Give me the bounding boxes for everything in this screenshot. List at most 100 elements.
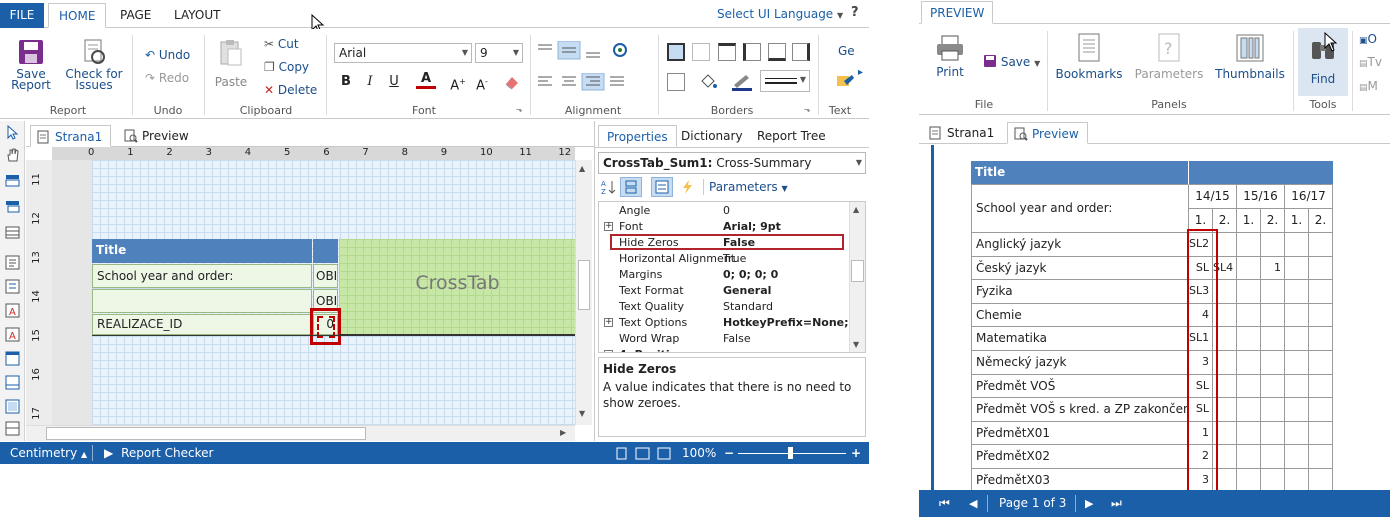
prev-page-button[interactable]: ◀ xyxy=(969,490,977,517)
next-page-button[interactable]: ▶ xyxy=(1085,490,1093,517)
expand-icon[interactable]: ⬎ xyxy=(804,105,811,114)
help-button[interactable]: ? xyxy=(851,5,859,20)
side-button-o[interactable]: ▣O xyxy=(1359,30,1377,48)
shadow-button[interactable] xyxy=(667,73,685,91)
tab-page[interactable]: PAGE xyxy=(110,3,161,28)
band-icon[interactable] xyxy=(5,173,20,188)
view-mode-icons[interactable] xyxy=(616,447,672,460)
report-checker-button[interactable]: ▶ Report Checker xyxy=(104,442,213,464)
fill-bucket-icon[interactable] xyxy=(698,73,718,91)
file-tab[interactable]: FILE xyxy=(0,3,44,28)
zoom-in-button[interactable]: + xyxy=(851,442,861,464)
report-preview-area[interactable]: Title School year and order: 14/15 15/16 16/… xyxy=(931,145,1390,490)
cross-band-icon[interactable] xyxy=(5,199,20,214)
expand-toggle-icon[interactable]: - xyxy=(604,350,613,352)
school-year-cell[interactable]: School year and order: xyxy=(92,264,312,288)
tab-layout[interactable]: LAYOUT xyxy=(164,3,230,28)
tab-preview[interactable]: Preview xyxy=(1007,122,1088,144)
select-ui-language[interactable]: Select UI Language ▼ xyxy=(717,7,843,21)
check-for-issues-button[interactable]: Check for Issues xyxy=(62,39,126,91)
side-button-m[interactable]: ▤M xyxy=(1359,77,1378,95)
text-format-icon[interactable] xyxy=(836,73,856,91)
ribbon-scroll-icon[interactable]: ▸ xyxy=(858,67,863,78)
text-ge-button[interactable]: Ge xyxy=(838,42,855,60)
realizace-id-cell[interactable]: REALIZACE_ID xyxy=(92,314,312,335)
pointer-tool-icon[interactable] xyxy=(5,125,20,140)
bold-button[interactable]: B xyxy=(336,72,356,92)
property-row[interactable]: Margins 0; 0; 0; 0 xyxy=(604,267,853,283)
cut-button[interactable]: ✂ Cut xyxy=(264,35,299,53)
scroll-down-icon[interactable]: ▼ xyxy=(853,340,859,349)
save-dropdown[interactable]: Save ▼ xyxy=(983,53,1040,71)
empty-header-cell[interactable] xyxy=(92,289,312,313)
underline-button[interactable]: U xyxy=(384,72,404,92)
hand-tool-icon[interactable] xyxy=(5,147,20,162)
vertical-alignment-icons[interactable] xyxy=(536,41,636,61)
units-select[interactable]: Centimetry ▲ xyxy=(10,442,87,464)
expand-toggle-icon[interactable]: + xyxy=(604,222,613,231)
categorized-button[interactable] xyxy=(620,177,642,197)
container-tool-icon[interactable] xyxy=(5,375,20,390)
component-select[interactable]: CrossTab_Sum1: Cross-Summary ▼ xyxy=(598,152,866,174)
save-report-button[interactable]: Save Report xyxy=(8,39,54,91)
undo-button[interactable]: ↶ Undo xyxy=(145,46,190,64)
property-value[interactable]: 0 xyxy=(723,203,853,219)
property-row[interactable]: + Text Options HotkeyPrefix=None; Lin xyxy=(604,315,853,331)
image-tool-icon[interactable]: A xyxy=(5,303,20,318)
property-row[interactable]: Angle 0 xyxy=(604,203,853,219)
paste-button[interactable]: Paste xyxy=(210,39,252,88)
tab-strana1[interactable]: Strana1 xyxy=(30,125,112,147)
border-style-select[interactable]: ▼ xyxy=(760,70,810,92)
scroll-up-icon[interactable]: ▲ xyxy=(853,205,859,214)
find-button[interactable]: Find xyxy=(1298,28,1348,96)
label-tool-icon[interactable]: A xyxy=(5,327,20,342)
expand-toggle-icon[interactable]: + xyxy=(604,318,613,327)
data-band-icon[interactable] xyxy=(5,225,20,240)
print-button[interactable]: Print xyxy=(931,35,969,78)
horizontal-alignment-icons[interactable] xyxy=(536,73,632,91)
eraser-icon[interactable] xyxy=(502,74,520,90)
tab-report-tree[interactable]: Report Tree xyxy=(749,125,834,147)
bookmarks-button[interactable]: Bookmarks xyxy=(1055,33,1123,80)
text-tool-icon[interactable] xyxy=(5,255,20,270)
parameters-dropdown[interactable]: Parameters ▼ xyxy=(709,180,788,194)
properties-view-button[interactable] xyxy=(651,177,673,197)
property-row[interactable]: Text Format General xyxy=(604,283,853,299)
property-value[interactable]: HotkeyPrefix=None; Lin xyxy=(723,315,853,331)
design-canvas[interactable]: Title School year and order: OBI OBI REA… xyxy=(52,160,575,425)
crosstab-title-cell[interactable]: Title xyxy=(92,239,312,263)
property-value[interactable]: General xyxy=(723,283,853,299)
font-size-select[interactable]: 9 ▼ xyxy=(475,43,523,63)
border-color-icon[interactable] xyxy=(730,73,754,91)
font-family-select[interactable]: Arial ▼ xyxy=(334,43,472,63)
panel-tool-icon[interactable] xyxy=(5,351,20,366)
obi-cell[interactable]: OBI xyxy=(313,264,338,288)
expand-icon[interactable]: ⬎ xyxy=(516,105,523,114)
property-row[interactable]: Text Quality Standard xyxy=(604,299,853,315)
scrollbar-thumb[interactable] xyxy=(851,260,864,282)
scrollbar-thumb[interactable] xyxy=(578,260,590,310)
copy-button[interactable]: ❐ Copy xyxy=(264,58,309,76)
no-border-button[interactable] xyxy=(692,43,710,61)
grow-font-button[interactable]: A+ xyxy=(448,72,468,93)
property-value[interactable]: 0; 0; 0; 0 xyxy=(723,267,853,283)
scrollbar-thumb[interactable] xyxy=(46,427,366,440)
property-value[interactable]: False xyxy=(723,331,853,347)
scroll-down-icon[interactable]: ▼ xyxy=(579,409,585,418)
thumbnails-button[interactable]: Thumbnails xyxy=(1215,33,1285,80)
property-value[interactable]: Arial; 9pt xyxy=(723,219,853,235)
table-tool-icon[interactable] xyxy=(5,421,20,436)
redo-button[interactable]: ↷ Redo xyxy=(145,69,189,87)
events-lightning-icon[interactable] xyxy=(681,179,695,195)
subreport-tool-icon[interactable] xyxy=(5,399,20,414)
property-row[interactable]: - 4. Position xyxy=(604,347,853,352)
tab-preview-ribbon[interactable]: PREVIEW xyxy=(921,1,994,24)
right-border-button[interactable] xyxy=(792,43,810,61)
tab-dictionary[interactable]: Dictionary xyxy=(673,125,751,147)
first-page-button[interactable]: ⏮ xyxy=(939,490,950,517)
italic-button[interactable]: I xyxy=(360,72,380,92)
side-button-tv[interactable]: ▤Tv xyxy=(1359,53,1382,71)
tab-properties[interactable]: Properties xyxy=(598,125,677,147)
shrink-font-button[interactable]: A- xyxy=(472,72,492,93)
property-row[interactable]: + Font Arial; 9pt xyxy=(604,219,853,235)
